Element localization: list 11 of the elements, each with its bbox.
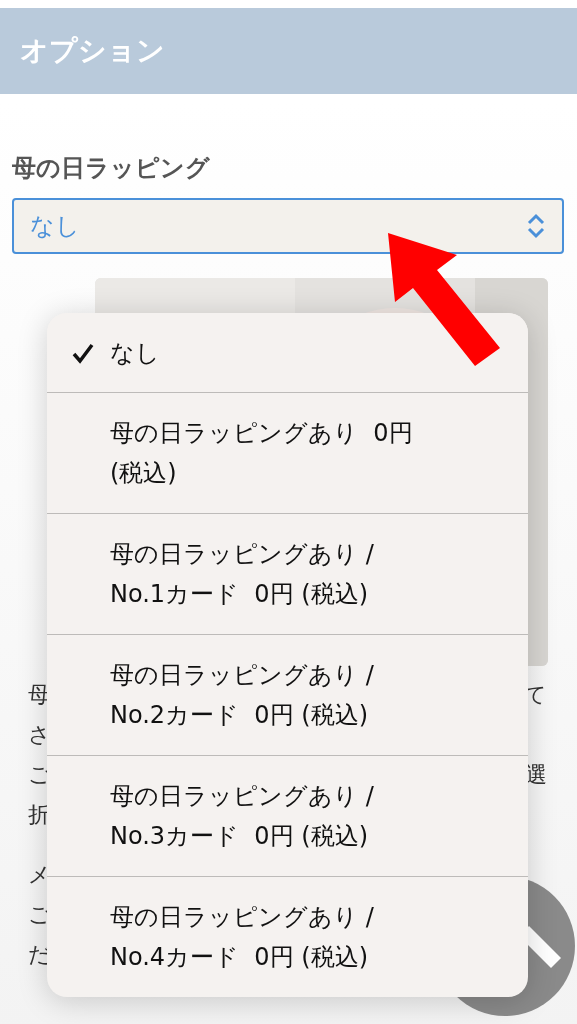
field-label: 母の日ラッピング <box>12 153 211 184</box>
menu-option[interactable]: 母の日ラッピングあり / No.3カード 0円 (税込) <box>47 755 528 876</box>
menu-option[interactable]: 母の日ラッピングあり 0円 (税込) <box>47 392 528 513</box>
page-title: オプション <box>20 33 165 69</box>
body-text: 母 <box>28 680 50 709</box>
body-text: 選 <box>525 760 547 789</box>
body-text: 折 <box>28 800 50 829</box>
menu-option[interactable]: 母の日ラッピングあり / No.1カード 0円 (税込) <box>47 513 528 634</box>
menu-option[interactable]: 母の日ラッピングあり / No.2カード 0円 (税込) <box>47 634 528 755</box>
menu-option[interactable]: なし <box>47 313 528 392</box>
menu-option[interactable]: 母の日ラッピングあり / No.4カード 0円 (税込) <box>47 876 528 997</box>
